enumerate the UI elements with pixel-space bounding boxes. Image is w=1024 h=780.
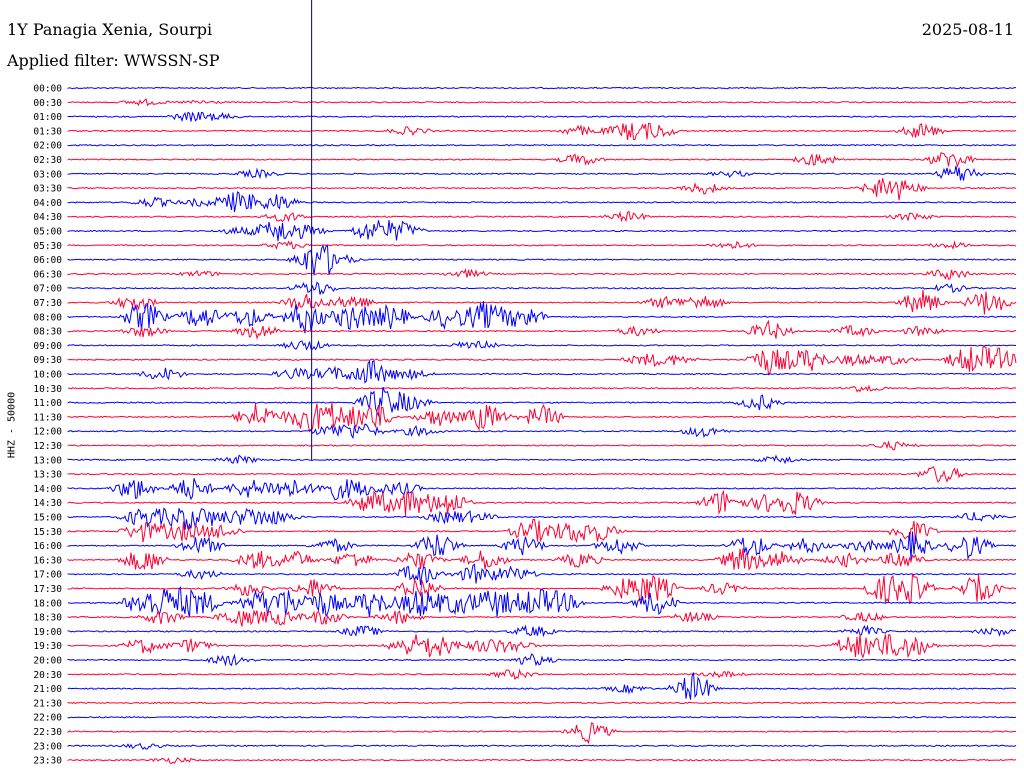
time-label: 14:00	[33, 484, 62, 495]
seismic-trace	[67, 518, 1017, 545]
time-label: 04:30	[33, 212, 62, 223]
seismic-trace	[67, 384, 1017, 393]
time-label: 23:00	[33, 741, 62, 752]
seismic-trace	[67, 86, 1017, 90]
seismic-trace	[67, 701, 1017, 705]
time-label: 05:00	[33, 227, 62, 238]
time-label: 17:00	[33, 570, 62, 581]
seismic-trace	[67, 489, 1017, 516]
seismic-trace	[67, 585, 1017, 618]
time-label: 18:30	[33, 613, 62, 624]
time-label: 19:00	[33, 627, 62, 638]
time-label: 20:30	[33, 670, 62, 681]
time-label: 02:30	[33, 155, 62, 166]
seismic-trace	[67, 440, 1017, 451]
seismic-trace	[67, 454, 1017, 465]
time-label: 09:00	[33, 341, 62, 352]
time-label: 11:30	[33, 412, 62, 423]
time-label: 21:00	[33, 684, 62, 695]
time-label: 19:30	[33, 641, 62, 652]
seismogram-plot: 00:00 00:30 01:00 01:30 02:00 02:30 03:00 03:30…	[33, 0, 1017, 767]
time-label: 10:30	[33, 384, 62, 395]
seismic-trace	[67, 633, 1016, 659]
seismic-trace	[67, 122, 1017, 141]
time-label: 12:30	[33, 441, 62, 452]
time-label: 20:00	[33, 656, 62, 667]
time-label: 13:00	[33, 455, 62, 466]
seismic-trace	[67, 609, 1017, 627]
seismic-trace	[67, 165, 1017, 181]
seismic-trace	[67, 478, 1017, 501]
seismic-trace	[67, 111, 1017, 123]
seismic-trace	[67, 144, 1017, 147]
seismic-trace	[67, 339, 1017, 351]
seismic-trace	[67, 244, 1017, 276]
time-label: 17:30	[33, 584, 62, 595]
time-label: 15:00	[33, 513, 62, 524]
seismic-trace	[67, 346, 1017, 376]
seismic-trace	[67, 653, 1017, 667]
time-label: 08:00	[33, 312, 62, 323]
seismic-trace	[67, 191, 1017, 213]
time-label: 01:30	[33, 126, 62, 137]
time-label: 23:30	[33, 756, 62, 767]
time-label: 01:00	[33, 112, 62, 123]
seismic-trace	[67, 281, 1017, 295]
seismic-trace	[67, 151, 1017, 168]
time-label: 06:00	[33, 255, 62, 266]
time-label: 05:30	[33, 241, 62, 252]
time-label: 03:30	[33, 184, 62, 195]
seismic-trace	[67, 98, 1017, 107]
seismic-trace	[67, 240, 1017, 250]
seismic-trace	[67, 757, 1017, 764]
seismic-trace	[67, 289, 1017, 315]
time-label: 16:30	[33, 555, 62, 566]
seismic-trace	[67, 563, 1017, 586]
time-label: 04:00	[33, 198, 62, 209]
seismic-trace	[67, 402, 1017, 433]
time-label: 10:00	[33, 370, 62, 381]
seismic-trace	[67, 319, 1017, 340]
time-label: 03:00	[33, 169, 62, 180]
time-label: 13:30	[33, 470, 62, 481]
time-label: 15:30	[33, 527, 62, 538]
seismic-trace	[67, 672, 1017, 700]
time-label: 00:00	[33, 84, 62, 95]
time-label: 22:30	[33, 727, 62, 738]
time-label: 09:30	[33, 355, 62, 366]
seismic-trace	[67, 210, 1017, 223]
seismic-trace	[67, 624, 1017, 638]
seismic-trace	[67, 301, 1017, 334]
time-label: 18:00	[33, 598, 62, 609]
time-label: 14:30	[33, 498, 62, 509]
time-label: 21:30	[33, 698, 62, 709]
seismic-trace	[67, 219, 1017, 242]
time-label: 00:30	[33, 98, 62, 109]
seismic-trace	[67, 722, 1017, 745]
seismic-trace	[67, 507, 1017, 530]
time-label: 16:00	[33, 541, 62, 552]
time-label: 22:00	[33, 713, 62, 724]
time-label: 02:00	[33, 141, 62, 152]
time-label: 06:30	[33, 269, 62, 280]
seismic-trace	[67, 668, 1017, 681]
seismic-trace	[67, 715, 1017, 719]
time-label: 08:30	[33, 327, 62, 338]
seismic-trace	[67, 423, 1017, 440]
time-label: 07:00	[33, 284, 62, 295]
seismic-trace	[67, 466, 1017, 483]
seismic-trace	[67, 386, 1017, 418]
time-label: 11:00	[33, 398, 62, 409]
time-label: 07:30	[33, 298, 62, 309]
seismic-trace	[67, 268, 1017, 280]
seismic-trace	[67, 178, 1017, 201]
seismic-trace	[67, 359, 1017, 384]
time-label: 12:00	[33, 427, 62, 438]
seismic-trace	[67, 742, 1017, 750]
